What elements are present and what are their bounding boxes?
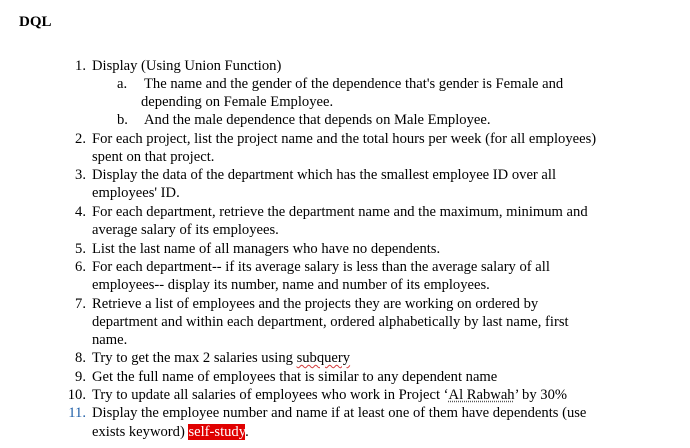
item-text: exists keyword) self-study. [92,424,249,441]
item-text: List the last name of all managers who h… [92,241,441,257]
item-text-part: exists keyword) [92,424,189,440]
item-text-part: Try to get the max 2 salaries using [92,350,297,366]
item-text: average salary of its employees. [92,222,279,238]
item-text: Get the full name of employees that is s… [92,369,498,385]
item-number: 5. [75,241,86,257]
item-letter: a. [117,76,128,92]
item-number: 10. [67,387,86,403]
item-text: The name and the gender of the dependenc… [144,76,564,92]
item-text: Try to get the max 2 salaries using subq… [92,350,350,367]
grammar-flagged-word: Al Rabwah [448,387,515,403]
item-letter: b. [117,112,128,128]
item-text: employees-- display its number, name and… [92,277,490,293]
item-number: 3. [75,167,86,183]
item-text: employees' ID. [92,185,180,201]
item-text: Try to update all salaries of employees … [92,387,567,404]
item-number: 6. [75,259,86,275]
item-text: Display the data of the department which… [92,167,557,183]
item-number: 9. [75,369,86,385]
item-number: 2. [75,131,86,147]
item-text: name. [92,332,128,348]
item-text: spent on that project. [92,149,215,165]
item-text: Display (Using Union Function) [92,58,282,74]
item-text-part: . [245,424,249,440]
spellcheck-flagged-word: subquery [296,350,351,366]
item-text: For each department-- if its average sal… [92,259,550,275]
item-number: 7. [75,296,86,312]
item-text: For each department, retrieve the depart… [92,204,588,220]
item-text-part: Try to update all salaries of employees … [92,387,449,403]
item-number: 8. [75,350,86,366]
item-number: 4. [75,204,86,220]
item-text: Retrieve a list of employees and the pro… [92,296,539,312]
section-heading: DQL [19,14,52,30]
item-number: 11. [68,405,86,421]
item-text-part: ’ by 30% [514,387,568,403]
item-text: And the male dependence that depends on … [144,112,491,128]
item-number: 1. [75,58,86,74]
item-text: depending on Female Employee. [141,94,334,110]
item-text: Display the employee number and name if … [92,405,587,421]
highlighted-text: self-study [188,424,246,440]
item-text: For each project, list the project name … [92,131,597,147]
item-text: department and within each department, o… [92,314,569,330]
